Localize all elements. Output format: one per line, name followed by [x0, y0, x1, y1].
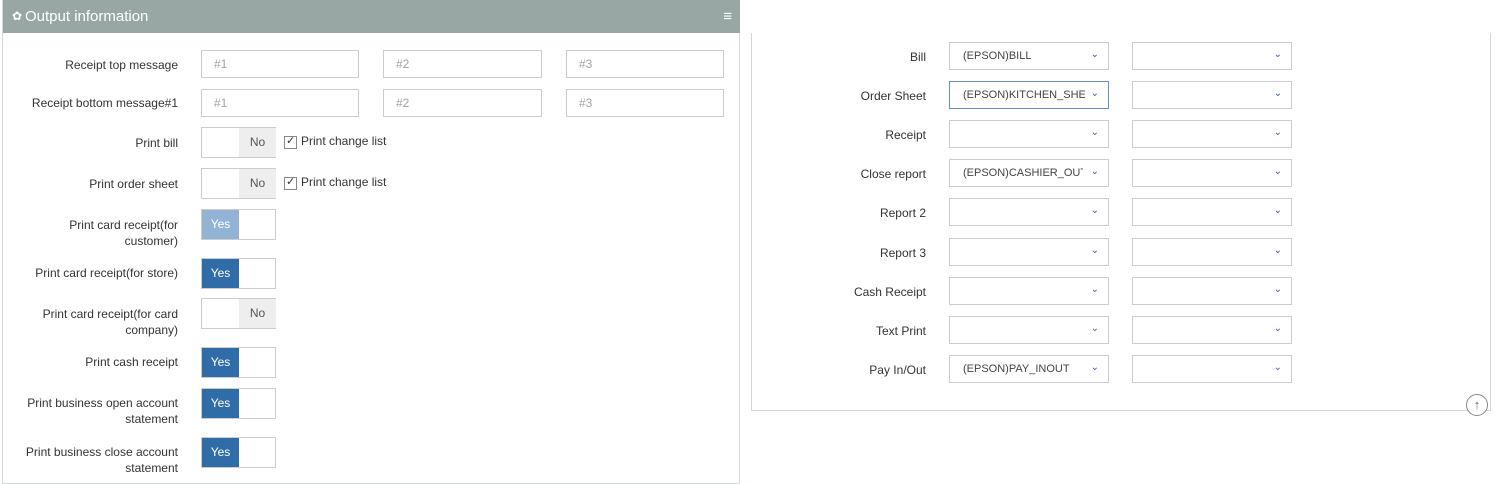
- print-cash-receipt-toggle[interactable]: Yes: [201, 347, 276, 378]
- chevron-down-icon: ⌄: [1273, 88, 1282, 99]
- cash-receipt-secondary-select[interactable]: ⌄: [1132, 277, 1292, 305]
- pay-in-out-secondary-select[interactable]: ⌄: [1132, 355, 1292, 383]
- chevron-down-icon: ⌄: [1090, 127, 1099, 138]
- check-icon: ✓: [286, 176, 296, 188]
- print-card-receipt-card-company-toggle[interactable]: No: [201, 298, 276, 329]
- panel-header: ✿ Output information ≡: [3, 0, 740, 33]
- chevron-down-icon: ⌄: [1090, 323, 1099, 334]
- toggle-state: Yes: [202, 210, 239, 239]
- bill-secondary-select[interactable]: ⌄: [1132, 42, 1292, 70]
- close-report-printer-select[interactable]: (EPSON)CASHIER_OUT ⌄: [949, 159, 1109, 187]
- toggle-state: No: [239, 169, 276, 198]
- receipt-top-message-2-input[interactable]: [383, 50, 542, 78]
- receipt-top-message-label: Receipt top message: [65, 58, 178, 72]
- print-card-receipt-store-toggle[interactable]: Yes: [201, 258, 276, 289]
- report-3-printer-select[interactable]: ⌄: [949, 238, 1109, 266]
- printer-label-cash-receipt: Cash Receipt: [853, 285, 926, 299]
- print-card-receipt-card-company-label: Print card receipt(for card company): [42, 307, 178, 337]
- order-sheet-secondary-select[interactable]: ⌄: [1132, 81, 1292, 109]
- print-order-sheet-toggle[interactable]: No: [201, 168, 276, 199]
- print-business-close-statement-label: Print business close account statement: [25, 445, 178, 475]
- print-bill-change-list-label: Print change list: [301, 134, 387, 148]
- chevron-down-icon: ⌄: [1273, 245, 1282, 256]
- toggle-state: Yes: [202, 389, 239, 418]
- print-bill-toggle[interactable]: No: [201, 127, 276, 158]
- chevron-down-icon: ⌄: [1273, 127, 1282, 138]
- receipt-top-message-1-input[interactable]: [201, 50, 359, 78]
- cash-receipt-printer-select[interactable]: ⌄: [949, 277, 1109, 305]
- receipt-bottom-message-1-input[interactable]: [201, 89, 359, 117]
- chevron-down-icon: ⌄: [1273, 166, 1282, 177]
- order-sheet-printer-select[interactable]: (EPSON)KITCHEN_SHEET ⌄: [949, 81, 1109, 109]
- printer-label-receipt: Receipt: [885, 128, 926, 142]
- report-3-secondary-select[interactable]: ⌄: [1132, 238, 1292, 266]
- chevron-down-icon: ⌄: [1273, 284, 1282, 295]
- select-value: (EPSON)KITCHEN_SHEET: [963, 89, 1085, 101]
- chevron-down-icon: ⌄: [1090, 205, 1099, 216]
- chevron-down-icon: ⌄: [1273, 323, 1282, 334]
- toggle-state: No: [239, 128, 276, 157]
- report-2-printer-select[interactable]: ⌄: [949, 198, 1109, 226]
- chevron-down-icon: ⌄: [1273, 49, 1282, 60]
- chevron-down-icon: ⌄: [1090, 49, 1099, 60]
- receipt-bottom-message-3-input[interactable]: [566, 89, 724, 117]
- print-bill-label: Print bill: [135, 136, 178, 150]
- report-2-secondary-select[interactable]: ⌄: [1132, 198, 1292, 226]
- print-business-open-statement-label: Print business open account statement: [27, 396, 178, 426]
- panel-title: Output information: [25, 8, 149, 25]
- print-business-close-statement-toggle[interactable]: Yes: [201, 437, 276, 468]
- toggle-state: Yes: [202, 259, 239, 288]
- bill-printer-select[interactable]: (EPSON)BILL ⌄: [949, 42, 1109, 70]
- print-order-sheet-change-list-label: Print change list: [301, 175, 387, 189]
- receipt-secondary-select[interactable]: ⌄: [1132, 120, 1292, 148]
- chevron-down-icon: ⌄: [1090, 166, 1099, 177]
- chevron-down-icon: ⌄: [1273, 362, 1282, 373]
- receipt-printer-select[interactable]: ⌄: [949, 120, 1109, 148]
- toggle-state: Yes: [202, 348, 239, 377]
- check-icon: ✓: [286, 135, 296, 147]
- receipt-bottom-message-label: Receipt bottom message#1: [31, 96, 178, 110]
- chevron-down-icon: ⌄: [1273, 205, 1282, 216]
- printer-label-pay-in-out: Pay In/Out: [869, 363, 926, 377]
- printer-label-bill: Bill: [909, 50, 926, 64]
- toggle-state: No: [239, 299, 276, 328]
- close-report-secondary-select[interactable]: ⌄: [1132, 159, 1292, 187]
- chevron-down-icon: ⌄: [1090, 284, 1099, 295]
- print-cash-receipt-label: Print cash receipt: [85, 355, 178, 369]
- chevron-down-icon: ⌄: [1090, 362, 1099, 373]
- select-value: (EPSON)PAY_INOUT: [963, 363, 1070, 375]
- text-print-secondary-select[interactable]: ⌄: [1132, 316, 1292, 344]
- print-business-open-statement-toggle[interactable]: Yes: [201, 388, 276, 419]
- chevron-down-icon: ⌄: [1090, 245, 1099, 256]
- gear-icon: ✿: [12, 9, 23, 23]
- print-order-sheet-change-list-checkbox[interactable]: ✓: [284, 176, 297, 190]
- select-value: (EPSON)BILL: [963, 50, 1032, 62]
- receipt-bottom-message-2-input[interactable]: [383, 89, 542, 117]
- print-bill-change-list-checkbox[interactable]: ✓: [284, 135, 297, 149]
- printer-label-text-print: Text Print: [875, 324, 926, 338]
- receipt-top-message-3-input[interactable]: [566, 50, 724, 78]
- printer-label-order-sheet: Order Sheet: [860, 89, 926, 103]
- toggle-state: Yes: [202, 438, 239, 467]
- print-card-receipt-customer-label: Print card receipt(for customer): [69, 218, 178, 248]
- printer-label-report-2: Report 2: [879, 206, 926, 220]
- hamburger-menu-icon[interactable]: ≡: [723, 8, 732, 25]
- scroll-to-top-icon[interactable]: ↑: [1466, 394, 1488, 416]
- select-value: (EPSON)CASHIER_OUT: [963, 167, 1083, 179]
- print-card-receipt-customer-toggle[interactable]: Yes: [201, 209, 276, 240]
- text-print-printer-select[interactable]: ⌄: [949, 316, 1109, 344]
- pay-in-out-printer-select[interactable]: (EPSON)PAY_INOUT ⌄: [949, 355, 1109, 383]
- chevron-down-icon: ⌄: [1090, 88, 1099, 99]
- print-card-receipt-store-label: Print card receipt(for store): [35, 266, 178, 280]
- printer-label-close-report: Close report: [860, 167, 926, 181]
- printer-label-report-3: Report 3: [879, 246, 926, 260]
- print-order-sheet-label: Print order sheet: [89, 177, 178, 191]
